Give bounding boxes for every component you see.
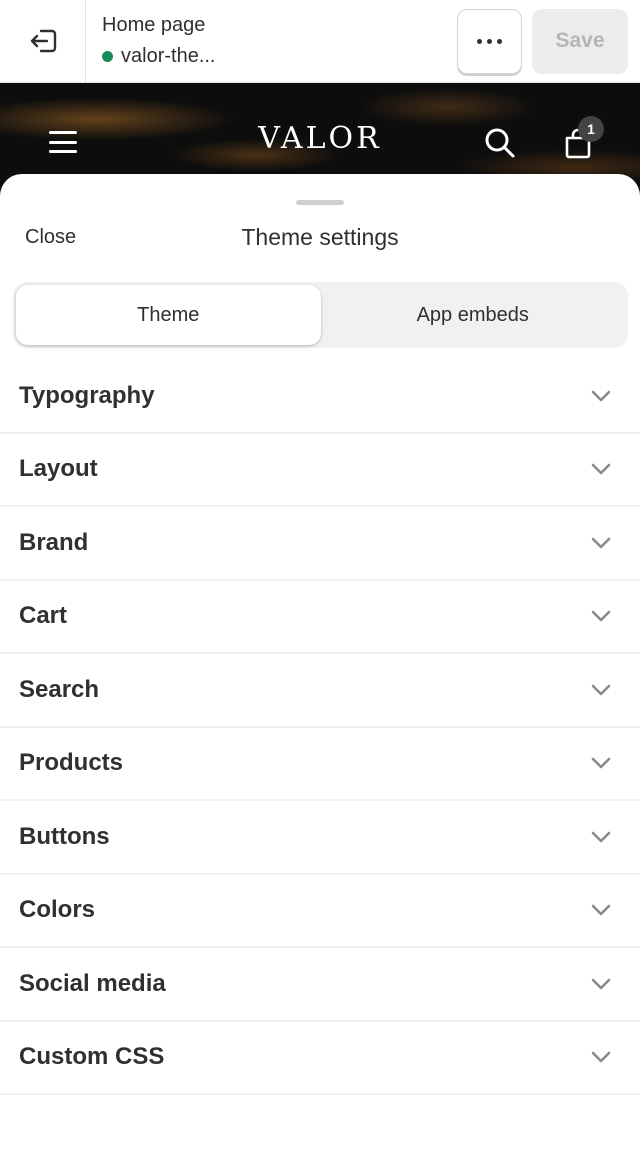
save-button[interactable]: Save: [532, 8, 628, 74]
exit-icon: [30, 29, 56, 53]
section-layout[interactable]: Layout: [0, 434, 640, 507]
cart-count-badge: 1: [578, 116, 604, 142]
sheet-title: Theme settings: [241, 224, 399, 250]
ellipsis-icon: [477, 38, 502, 44]
sheet-drag-handle[interactable]: [296, 200, 344, 205]
page-info[interactable]: Home page valor-the...: [86, 14, 457, 68]
editor-topbar: Home page valor-the... Save: [0, 0, 640, 83]
section-custom-css[interactable]: Custom CSS: [0, 1022, 640, 1095]
chevron-down-icon: [591, 537, 611, 549]
section-typography[interactable]: Typography: [0, 360, 640, 434]
section-label: Custom CSS: [19, 1043, 165, 1071]
section-label: Social media: [19, 969, 166, 997]
tab-app-embeds[interactable]: App embeds: [321, 285, 626, 345]
section-label: Products: [19, 749, 124, 777]
settings-tabs: Theme App embeds: [13, 282, 628, 348]
chevron-down-icon: [591, 978, 611, 990]
section-label: Colors: [19, 896, 96, 924]
chevron-down-icon: [591, 463, 611, 475]
search-icon[interactable]: [484, 127, 516, 159]
chevron-down-icon: [591, 904, 611, 916]
store-logo[interactable]: VALOR: [0, 121, 640, 156]
section-buttons[interactable]: Buttons: [0, 801, 640, 875]
section-social-media[interactable]: Social media: [0, 948, 640, 1022]
section-label: Layout: [19, 455, 98, 483]
section-label: Cart: [19, 602, 68, 630]
tab-theme[interactable]: Theme: [16, 285, 321, 345]
section-label: Buttons: [19, 822, 110, 850]
theme-name: valor-the...: [121, 45, 216, 67]
section-cart[interactable]: Cart: [0, 581, 640, 654]
page-title: Home page: [102, 14, 206, 36]
section-label: Typography: [19, 381, 155, 409]
section-products[interactable]: Products: [0, 728, 640, 801]
chevron-down-icon: [591, 610, 611, 622]
chevron-down-icon: [591, 390, 611, 402]
theme-settings-sheet: Close Theme settings Theme App embeds Ty…: [0, 174, 640, 1166]
settings-section-list: Typography Layout Brand Cart Search Prod…: [0, 360, 640, 1095]
theme-status: valor-the...: [102, 45, 457, 68]
section-colors[interactable]: Colors: [0, 875, 640, 948]
section-label: Search: [19, 675, 100, 703]
live-status-dot: [102, 51, 113, 62]
chevron-down-icon: [591, 1051, 611, 1063]
more-actions-button[interactable]: [457, 8, 522, 74]
exit-button[interactable]: [0, 0, 86, 83]
section-label: Brand: [19, 528, 89, 556]
chevron-down-icon: [591, 684, 611, 696]
chevron-down-icon: [591, 831, 611, 843]
section-brand[interactable]: Brand: [0, 507, 640, 581]
section-search[interactable]: Search: [0, 654, 640, 728]
chevron-down-icon: [591, 757, 611, 769]
